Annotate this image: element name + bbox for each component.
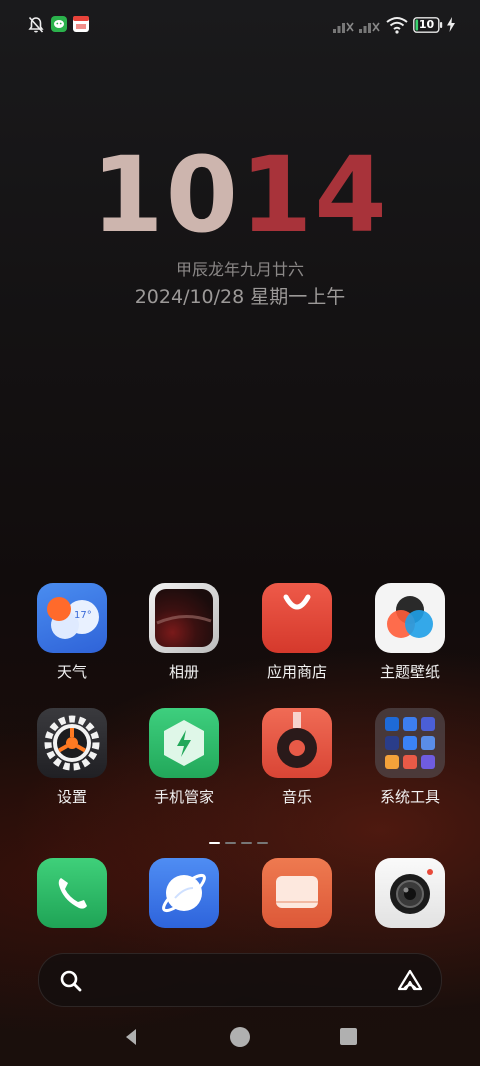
calendar-notification-icon <box>73 16 89 36</box>
weather-icon: 17° <box>37 583 107 653</box>
clock-minutes: 14 <box>240 134 389 256</box>
app-label: 音乐 <box>281 788 312 806</box>
assistant-icon[interactable] <box>396 968 424 996</box>
camera-icon[interactable] <box>375 858 445 928</box>
app-weather[interactable]: 17° 天气 <box>27 583 117 682</box>
system-tools-folder-icon <box>375 708 445 778</box>
page-dot <box>257 842 268 844</box>
clock-widget[interactable]: 1014 <box>0 140 480 250</box>
page-dot <box>225 842 236 844</box>
lunar-date: 甲辰龙年九月廿六 <box>175 260 304 279</box>
charging-icon <box>446 17 456 36</box>
page-dot <box>241 842 252 844</box>
browser-icon[interactable] <box>149 858 219 928</box>
signal-sim1-icon <box>333 18 355 37</box>
battery-level-text: 10 <box>418 18 435 31</box>
app-label: 应用商店 <box>266 663 327 681</box>
app-label: 系统工具 <box>379 788 440 806</box>
app-label: 手机管家 <box>153 788 214 806</box>
search-bar[interactable] <box>38 953 442 1007</box>
phone-manager-icon <box>149 708 219 778</box>
app-phone-manager[interactable]: 手机管家 <box>139 708 229 807</box>
app-music[interactable]: 音乐 <box>252 708 342 807</box>
app-label: 主题壁纸 <box>379 663 440 681</box>
messages-icon[interactable] <box>262 858 332 928</box>
gallery-icon <box>149 583 219 653</box>
app-gallery[interactable]: 相册 <box>139 583 229 682</box>
settings-icon <box>37 708 107 778</box>
back-icon[interactable] <box>123 1027 139 1051</box>
app-label: 相册 <box>168 663 199 681</box>
home-icon[interactable] <box>229 1026 251 1052</box>
page-indicator <box>209 829 273 848</box>
app-label: 设置 <box>56 788 87 806</box>
recents-icon[interactable] <box>340 1028 358 1050</box>
app-store-icon <box>262 583 332 653</box>
app-themes[interactable]: 主题壁纸 <box>365 583 455 682</box>
phone-icon[interactable] <box>37 858 107 928</box>
music-icon <box>262 708 332 778</box>
search-icon[interactable] <box>59 969 83 997</box>
app-settings[interactable]: 设置 <box>27 708 117 807</box>
page-dot <box>209 842 220 844</box>
bell-muted-icon <box>28 16 44 38</box>
themes-icon <box>375 583 445 653</box>
battery-icon: 10 <box>413 17 443 33</box>
date-line: 2024/10/28 星期一上午 <box>134 286 346 308</box>
signal-sim2-icon <box>359 18 381 37</box>
app-label: 天气 <box>56 663 87 681</box>
wechat-notification-icon <box>51 16 67 36</box>
folder-system-tools[interactable]: 系统工具 <box>365 708 455 807</box>
clock-hours: 10 <box>91 134 240 256</box>
weather-temp: 17° <box>74 610 92 621</box>
status-bar: 10 <box>0 0 480 50</box>
wifi-icon <box>386 16 408 38</box>
app-store[interactable]: 应用商店 <box>252 583 342 682</box>
